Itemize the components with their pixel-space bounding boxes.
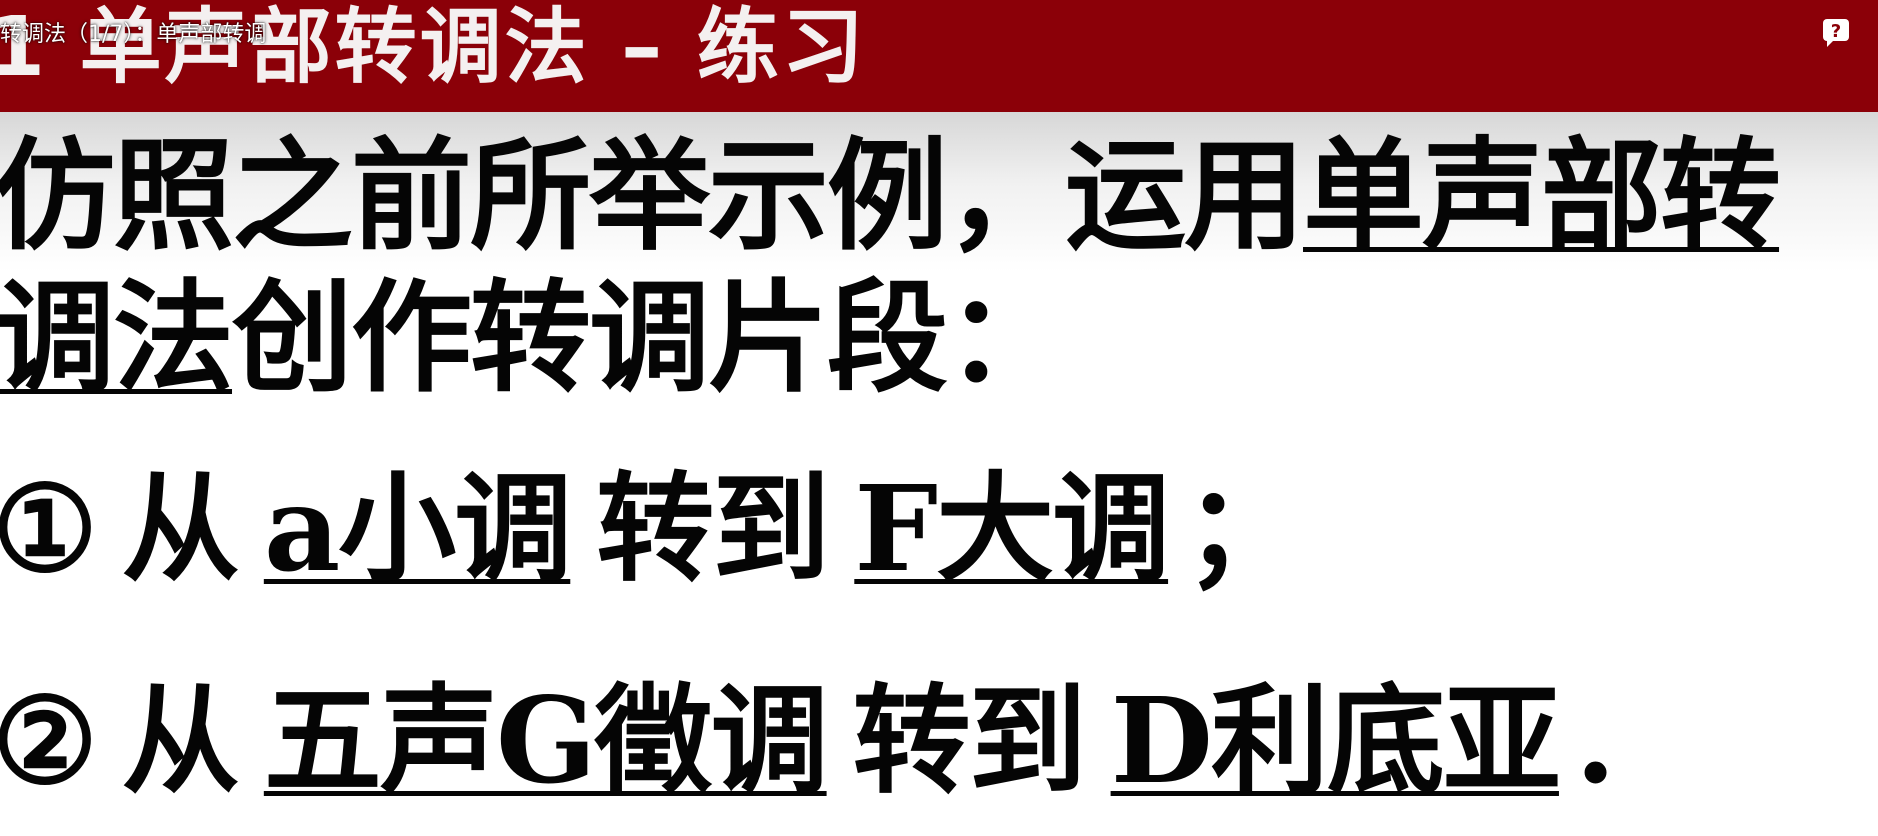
item-to-word: 转到 xyxy=(852,671,1087,810)
svg-text:?: ? xyxy=(1831,21,1841,42)
slide-header: 1 单声部转调法 – 练习 转调法（1/7）：单声部转调 ? xyxy=(0,0,1878,112)
instruction-prefix: 仿照之前所举示例，运用 xyxy=(0,124,1305,267)
instruction-line-2: 调法创作转调片段： xyxy=(0,270,1067,405)
item-marker: ① xyxy=(0,459,98,598)
video-title: 转调法（1/7）：单声部转调 xyxy=(0,22,267,47)
instruction-line-1: 仿照之前所举示例，运用单声部转 xyxy=(0,128,1781,263)
instruction-suffix: 创作转调片段： xyxy=(232,266,1067,409)
exercise-item-2: ② 从五声G徵调 转到 D利底亚. xyxy=(0,676,1616,806)
help-button[interactable]: ? xyxy=(1822,18,1850,48)
item-end-punct: ； xyxy=(1184,459,1302,598)
item-from-word: 从 xyxy=(121,459,240,598)
instruction-method-part-1: 单声部转 xyxy=(1303,124,1781,267)
item-to-key: D利底亚 xyxy=(1110,671,1561,810)
exercise-item-1: ① 从 a小调 转到 F大调； xyxy=(0,464,1302,594)
item-from-word: 从 xyxy=(121,671,240,810)
instruction-method-part-2: 调法 xyxy=(0,266,234,409)
item-marker: ② xyxy=(0,671,98,810)
item-from-key: a小调 xyxy=(263,459,572,598)
item-end-punct: . xyxy=(1574,671,1616,810)
help-question-icon: ? xyxy=(1823,19,1849,47)
item-to-word: 转到 xyxy=(596,459,830,598)
video-frame: 1 单声部转调法 – 练习 转调法（1/7）：单声部转调 ? 仿照之前所举示例，… xyxy=(0,0,1878,836)
item-to-key: F大调 xyxy=(854,459,1170,598)
item-from-key: 五声G徵调 xyxy=(263,671,829,810)
